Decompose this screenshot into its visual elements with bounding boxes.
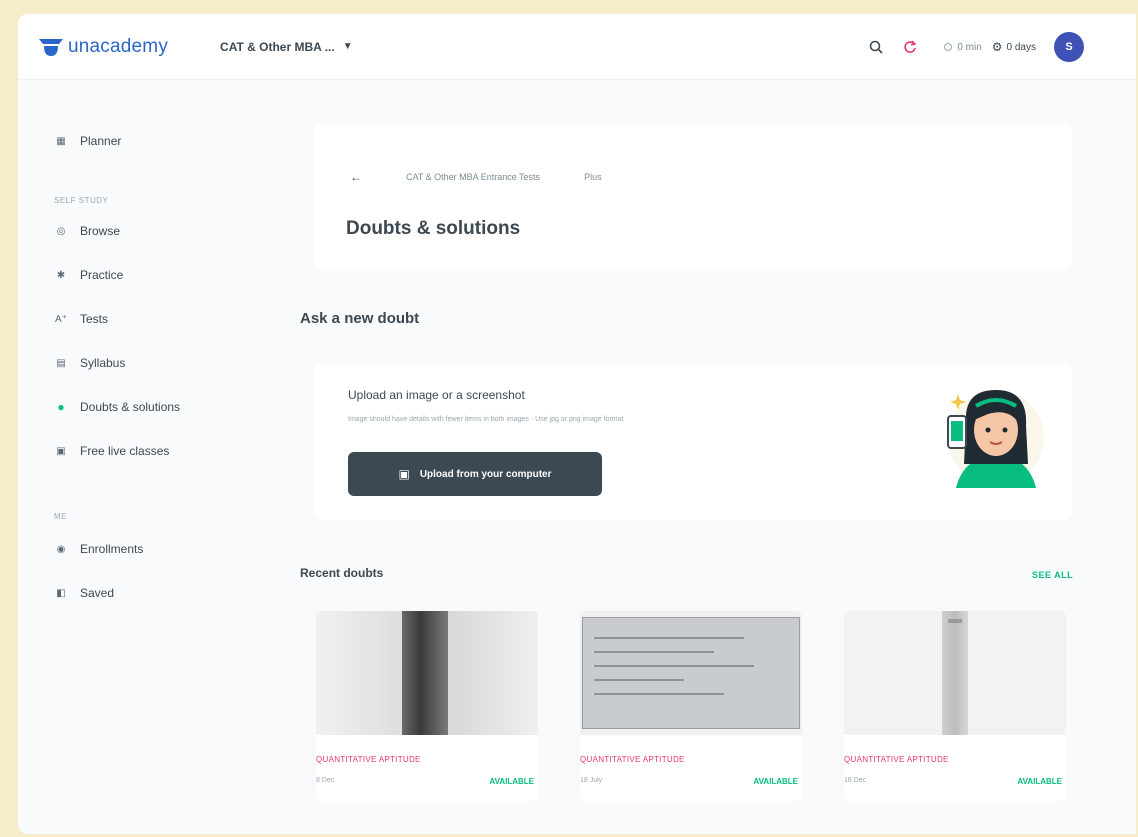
doubt-subject-tag: QUANTITATIVE APTITUDE [580,755,685,764]
planner-icon: ▦ [56,135,66,147]
sidebar-item-label: Browse [80,224,121,238]
streak-icon: ⚙ [991,40,1003,54]
breadcrumb: ← CAT & Other MBA Entrance Tests Plus [350,170,602,184]
doubt-date: 18 July [580,777,603,784]
day-streak-value: 0 days [1006,41,1036,53]
doubts-icon: ● [57,400,65,414]
sidebar-item-label: Free live classes [80,444,170,458]
watch-time-streak[interactable]: 0 min [944,41,982,53]
refer-icon[interactable] [900,37,920,57]
doubt-card[interactable]: QUANTITATIVE APTITUDE 18 July AVAILABLE [580,611,802,801]
sidebar-item-free-live-classes[interactable]: ▣ Free live classes [54,444,169,458]
sidebar-item-label: Syllabus [80,356,126,370]
see-all-link[interactable]: SEE ALL [1032,570,1073,580]
sidebar-item-label: Enrollments [80,542,144,556]
sidebar-item-saved[interactable]: ◧ Saved [54,586,114,600]
enrollments-icon: ◉ [56,543,66,555]
sidebar-item-label: Planner [80,134,122,148]
saved-icon: ◧ [56,587,66,599]
doubt-subject-tag: QUANTITATIVE APTITUDE [316,755,421,764]
upload-doubt-card: Upload an image or a screenshot Image sh… [314,364,1072,520]
sidebar-item-tests[interactable]: A⁺ Tests [54,312,108,326]
back-arrow-icon[interactable]: ← [350,170,362,184]
goal-label: CAT & Other MBA ... [220,39,335,54]
sidebar-item-practice[interactable]: ✱ Practice [54,268,124,282]
avatar[interactable]: S [1054,32,1084,62]
doubt-date: 8 Dec [316,777,335,784]
practice-icon: ✱ [56,269,66,281]
doubt-thumbnail [316,611,538,735]
sidebar-item-doubts[interactable]: ● Doubts & solutions [54,400,180,414]
sidebar-item-browse[interactable]: ◎ Browse [54,224,120,238]
browse-icon: ◎ [56,225,66,237]
doubt-card[interactable]: QUANTITATIVE APTITUDE 18 Dec AVAILABLE [844,611,1066,801]
breadcrumb-plan[interactable]: Plus [584,172,602,182]
student-illustration [947,390,1044,488]
upload-button-label: Upload from your computer [419,468,552,480]
status-badge: AVAILABLE [753,777,798,786]
goal-selector[interactable]: CAT & Other MBA ... ▼ [220,40,353,54]
top-bar: unacademy CAT & Other MBA ... ▼ 0 min ⚙ … [18,14,1136,80]
page-title: Doubts & solutions [346,218,521,239]
sidebar-item-label: Saved [80,586,115,600]
doubt-thumbnail [844,611,1066,735]
ask-doubt-heading: Ask a new doubt [300,310,420,327]
breadcrumb-goal[interactable]: CAT & Other MBA Entrance Tests [406,172,540,182]
sidebar-section-self-study: SELF STUDY [54,196,109,205]
doubt-date: 18 Dec [844,777,867,784]
search-icon[interactable] [866,37,886,57]
upload-title: Upload an image or a screenshot [348,388,525,402]
doubt-card[interactable]: QUANTITATIVE APTITUDE 8 Dec AVAILABLE [316,611,538,801]
day-streak[interactable]: ⚙ 0 days [992,40,1036,54]
page-header-card: ← CAT & Other MBA Entrance Tests Plus Do… [314,124,1072,269]
tests-icon: A⁺ [55,313,67,325]
app-window: unacademy CAT & Other MBA ... ▼ 0 min ⚙ … [18,14,1136,834]
image-upload-icon: ▣ [398,467,410,481]
sidebar-item-label: Tests [80,312,109,326]
upload-subtitle: Image should have details with fewer ite… [348,416,624,423]
clock-icon [944,43,953,51]
doubt-thumbnail [580,611,802,735]
syllabus-icon: ▤ [56,357,66,369]
brand-name: unacademy [68,35,169,57]
sidebar-section-me: ME [54,512,67,521]
doubt-subject-tag: QUANTITATIVE APTITUDE [844,755,949,764]
avatar-initial: S [1065,41,1073,53]
unacademy-logo-icon [39,38,63,56]
sidebar-item-planner[interactable]: ▦ Planner [54,134,121,148]
upload-button[interactable]: ▣ Upload from your computer [348,452,602,496]
top-right-actions: 0 min ⚙ 0 days S [852,14,1084,80]
sidebar: ▦ Planner SELF STUDY ◎ Browse ✱ Practice… [18,80,258,834]
sidebar-item-label: Practice [80,268,124,282]
recent-doubts-heading: Recent doubts [300,566,384,580]
status-badge: AVAILABLE [1017,777,1062,786]
live-classes-icon: ▣ [56,445,66,457]
sidebar-item-enrollments[interactable]: ◉ Enrollments [54,542,144,556]
sidebar-item-syllabus[interactable]: ▤ Syllabus [54,356,125,370]
watch-time-value: 0 min [957,41,982,53]
status-badge: AVAILABLE [489,777,534,786]
sidebar-item-label: Doubts & solutions [80,400,181,414]
chevron-down-icon: ▼ [342,41,353,52]
brand-logo[interactable]: unacademy [38,36,168,58]
